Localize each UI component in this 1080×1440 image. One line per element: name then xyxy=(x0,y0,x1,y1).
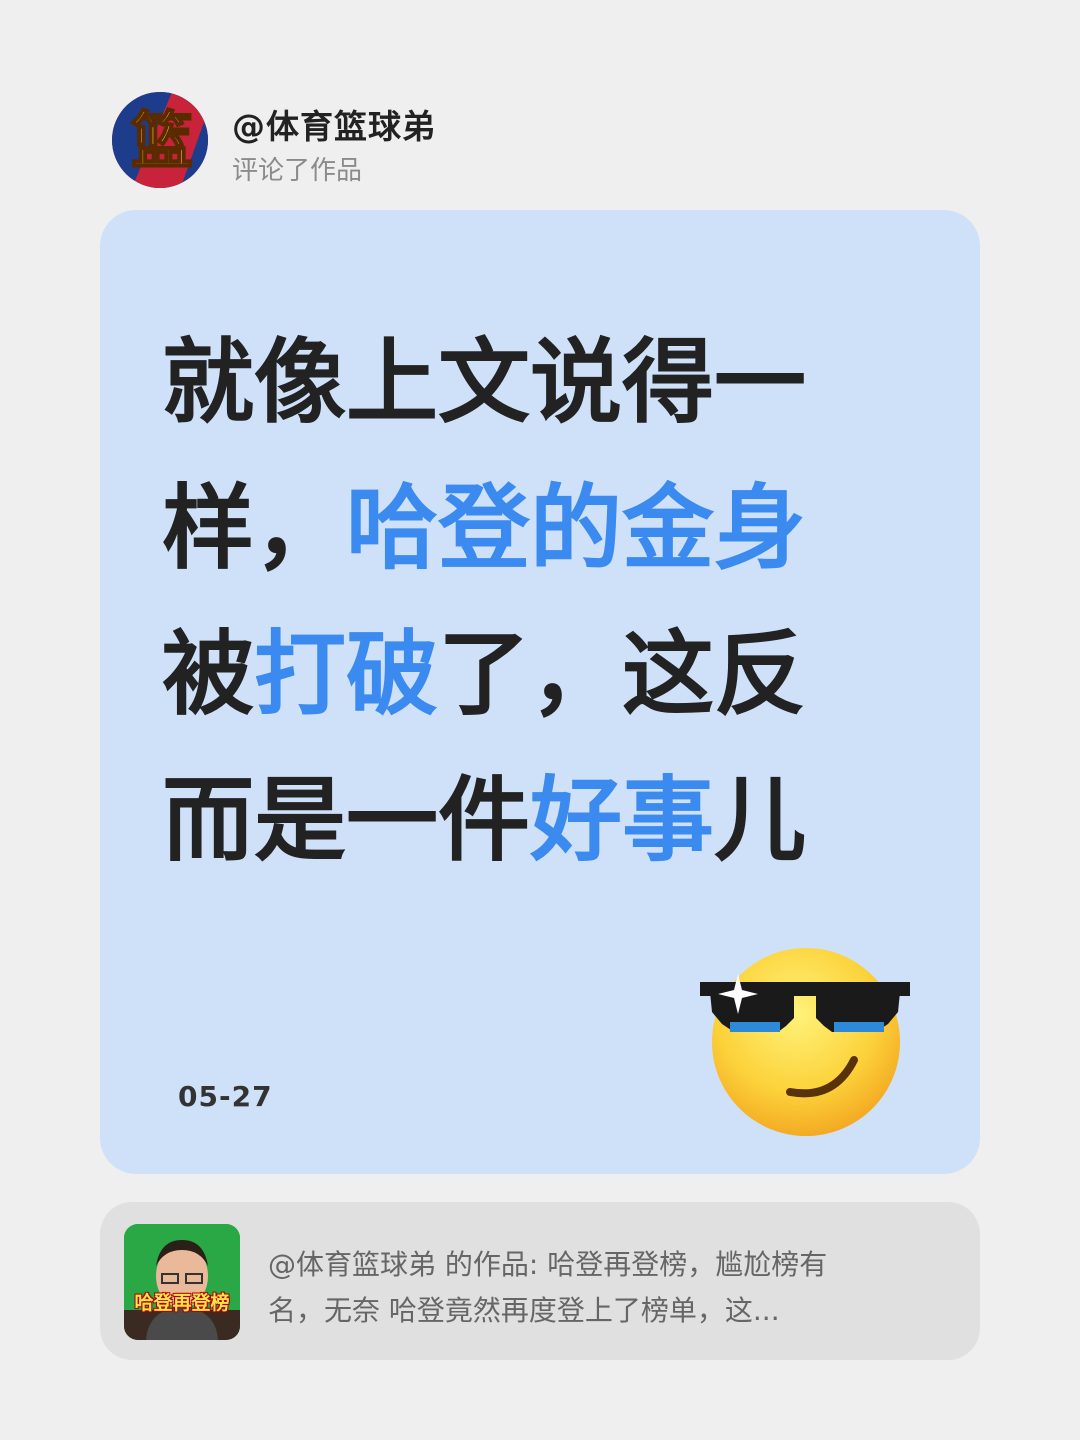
thumbnail-caption: 哈登再登榜 xyxy=(134,1292,230,1314)
comment-line: 被打破了，这反 xyxy=(162,602,902,748)
comment-text-segment: 而是一件 xyxy=(162,767,531,874)
video-thumbnail-icon[interactable]: 哈登再登榜 xyxy=(124,1224,240,1340)
smiling-face-with-sunglasses-icon xyxy=(700,948,910,1136)
comment-line: 样，哈登的金身 xyxy=(162,456,902,602)
comment-text: 就像上文说得一 样，哈登的金身 被打破了，这反 而是一件好事儿 xyxy=(162,310,902,894)
highlighted-text: 好事 xyxy=(530,767,715,874)
referenced-post-line-2: 名，无奈 哈登竟然再度登上了榜单，这... xyxy=(268,1294,780,1327)
highlighted-text: 打破 xyxy=(254,621,439,728)
comment-date: 05-27 xyxy=(178,1080,273,1113)
referenced-post-text: @体育篮球弟 的作品: 哈登再登榜，尴尬榜有 名，无奈 哈登竟然再度登上了榜单，… xyxy=(268,1242,908,1334)
thumbnail-person-icon xyxy=(124,1224,240,1340)
comment-text-segment: 了，这反 xyxy=(438,621,807,728)
action-label: 评论了作品 xyxy=(232,156,363,186)
comment-text-segment: 儿 xyxy=(714,767,807,874)
highlighted-text: 哈登的金身 xyxy=(346,475,807,582)
basketball-logo-icon: 篮 xyxy=(112,92,208,188)
referenced-post-line-1: @体育篮球弟 的作品: 哈登再登榜，尴尬榜有 xyxy=(268,1248,828,1281)
comment-line: 而是一件好事儿 xyxy=(162,748,902,894)
comment-card: 就像上文说得一 样，哈登的金身 被打破了，这反 而是一件好事儿 05-27 xyxy=(100,210,980,1174)
comment-share-page: 篮 @体育篮球弟 评论了作品 就像上文说得一 样，哈登的金身 被打破了，这反 而是一件… xyxy=(0,0,1080,1440)
username[interactable]: @体育篮球弟 xyxy=(232,100,436,148)
comment-text-segment: 样， xyxy=(162,475,347,582)
comment-text-segment: 就像上文说得一 xyxy=(162,329,807,436)
referenced-post-card[interactable]: 哈登再登榜 @体育篮球弟 的作品: 哈登再登榜，尴尬榜有 名，无奈 哈登竟然再度… xyxy=(100,1202,980,1360)
comment-line: 就像上文说得一 xyxy=(162,310,902,456)
avatar[interactable]: 篮 xyxy=(112,92,208,188)
comment-text-segment: 被 xyxy=(162,621,255,728)
avatar-glyph: 篮 xyxy=(131,104,193,177)
